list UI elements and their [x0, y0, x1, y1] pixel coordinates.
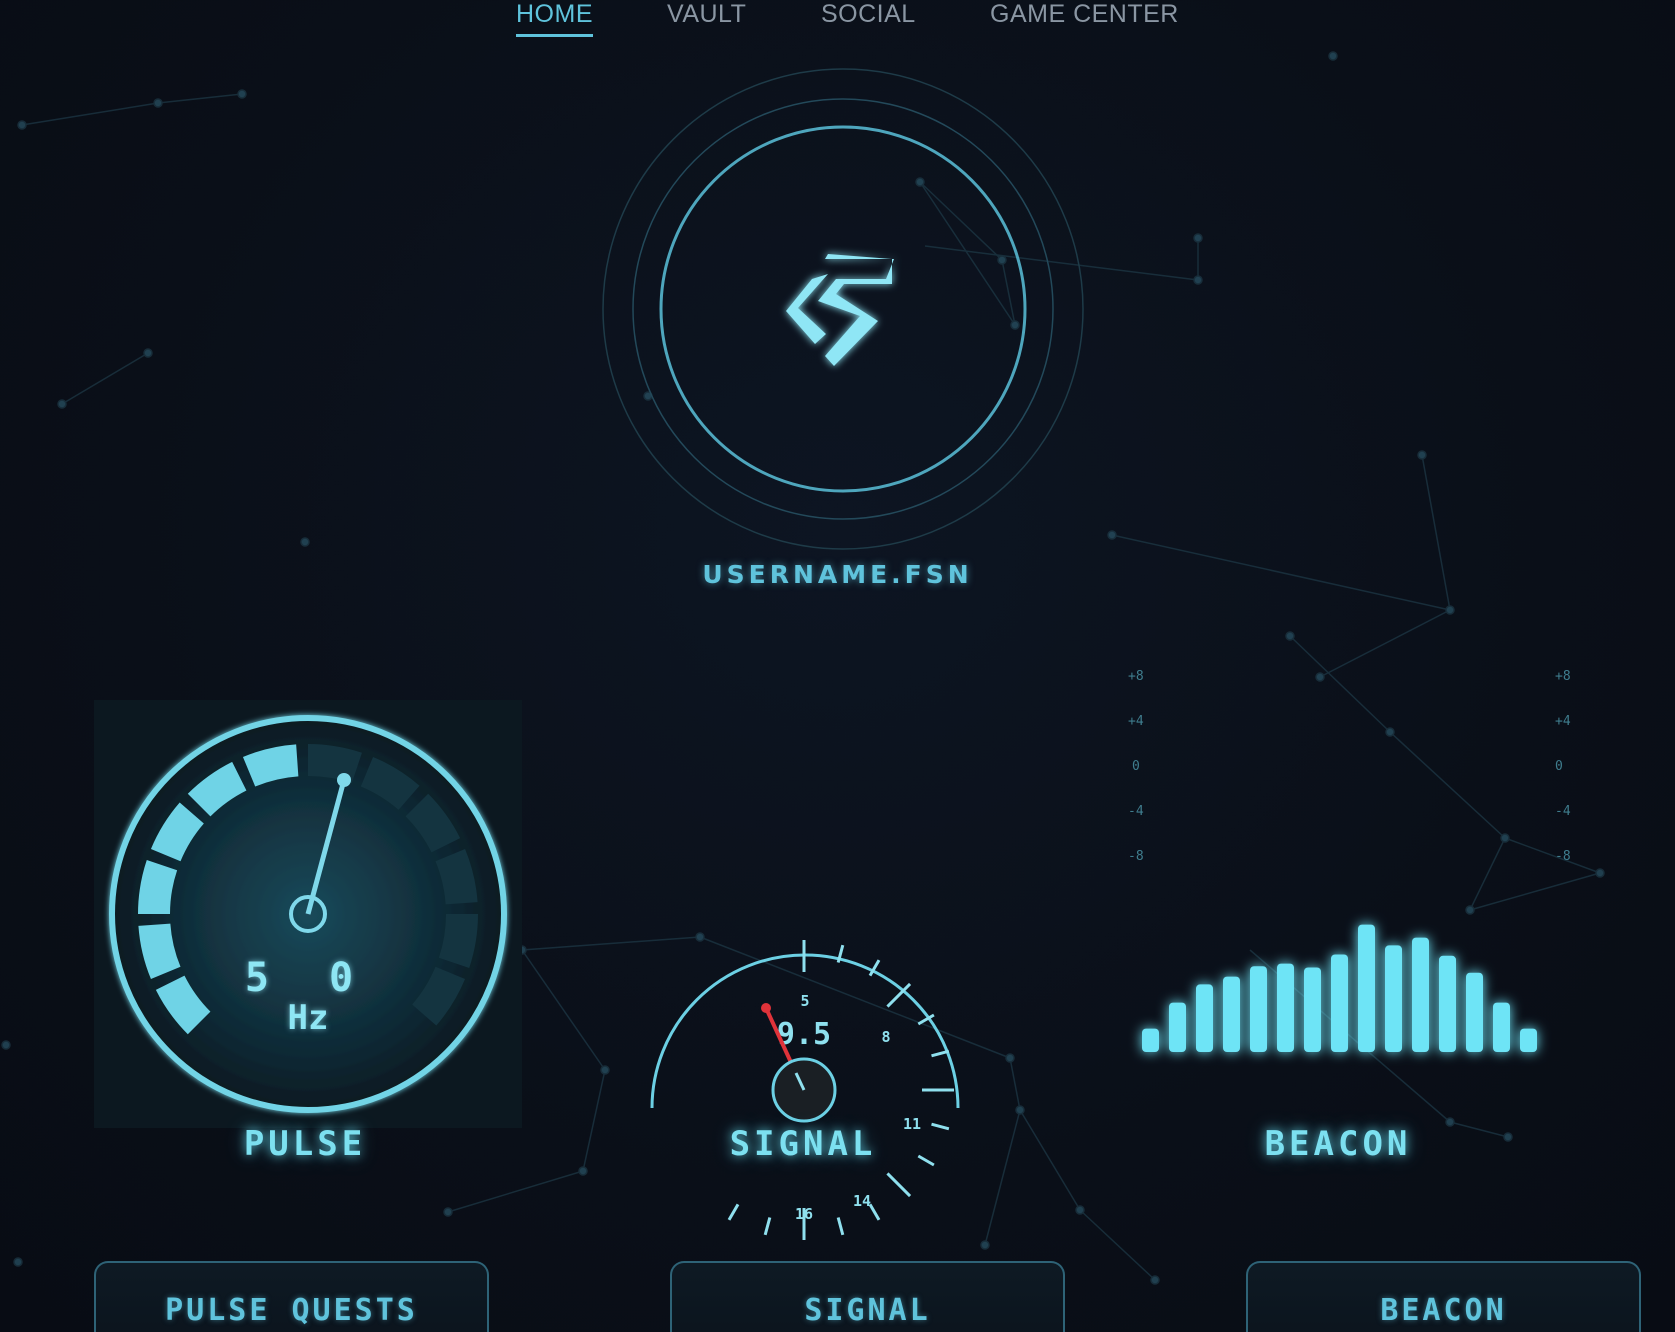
beacon-bar [1250, 966, 1267, 1052]
pulse-unit: Hz [287, 998, 329, 1038]
beacon-scale-right: +4 [1555, 714, 1571, 729]
beacon-scale-left: +4 [1128, 714, 1144, 729]
signal-tick [886, 1172, 912, 1198]
pulse-quests-button[interactable]: PULSE QUESTS [94, 1261, 489, 1332]
beacon-bar [1466, 972, 1483, 1052]
beacon-button-label: BEACON [1380, 1293, 1507, 1328]
beacon-bar [1277, 963, 1294, 1052]
beacon-bar [1358, 924, 1375, 1052]
signal-tick [931, 1049, 950, 1058]
beacon-bar [1385, 945, 1402, 1052]
fusion-s-logo-icon [786, 254, 894, 366]
beacon-label: BEACON [1264, 1124, 1412, 1164]
signal-tick-marks [727, 940, 954, 1240]
beacon-scale-right: +8 [1555, 669, 1571, 684]
nav-item-social[interactable]: SOCIAL [821, 0, 916, 28]
signal-tick-label: 16 [795, 1205, 813, 1223]
beacon-scale-left: 0 [1132, 759, 1140, 774]
top-nav: HOME VAULT SOCIAL GAME CENTER [0, 0, 1675, 40]
profile-avatar[interactable] [600, 66, 1086, 552]
beacon-scale-right: -4 [1555, 804, 1571, 819]
beacon-bar [1304, 967, 1321, 1052]
beacon-scale-left: -4 [1128, 804, 1144, 819]
pulse-label: PULSE [243, 1124, 367, 1164]
signal-tick-label: 14 [853, 1192, 871, 1210]
signal-tick [727, 1203, 740, 1221]
beacon-bar [1223, 976, 1240, 1052]
beacon-button[interactable]: BEACON [1246, 1261, 1641, 1332]
beacon-scale-right: 0 [1555, 759, 1563, 774]
signal-gauge[interactable]: 5 8 11 14 16 9.5 [640, 940, 970, 1240]
nav-item-game-center[interactable]: GAME CENTER [990, 0, 1179, 28]
beacon-bar [1331, 954, 1348, 1052]
signal-button[interactable]: SIGNAL [670, 1261, 1065, 1332]
beacon-bar [1196, 984, 1213, 1052]
beacon-bar [1412, 937, 1429, 1052]
pulse-value: 5 0 [244, 955, 372, 1001]
nav-item-home[interactable]: HOME [516, 0, 593, 37]
nav-item-vault[interactable]: VAULT [667, 0, 746, 28]
beacon-bar [1520, 1028, 1537, 1052]
beacon-scale-left: +8 [1128, 669, 1144, 684]
signal-tick [836, 1217, 845, 1236]
pulse-gauge[interactable] [94, 700, 522, 1128]
signal-label: SIGNAL [729, 1124, 877, 1164]
beacon-scale-left: -8 [1128, 849, 1144, 864]
beacon-equalizer[interactable]: +8 +4 0 -4 -8 +8 +4 0 -4 -8 [1100, 660, 1620, 1080]
beacon-bar [1493, 1002, 1510, 1052]
pulse-quests-button-label: PULSE QUESTS [165, 1293, 418, 1328]
beacon-bar [1142, 1028, 1159, 1052]
beacon-bar [1439, 955, 1456, 1052]
beacon-scale-right: -8 [1555, 849, 1571, 864]
signal-tick-label: 5 [800, 992, 809, 1010]
signal-tick-label: 8 [881, 1028, 890, 1046]
username: USERNAME.FSN [702, 560, 973, 589]
signal-tick [868, 1203, 881, 1221]
signal-button-label: SIGNAL [804, 1293, 931, 1328]
signal-tick [763, 1217, 772, 1236]
beacon-bar [1169, 1002, 1186, 1052]
